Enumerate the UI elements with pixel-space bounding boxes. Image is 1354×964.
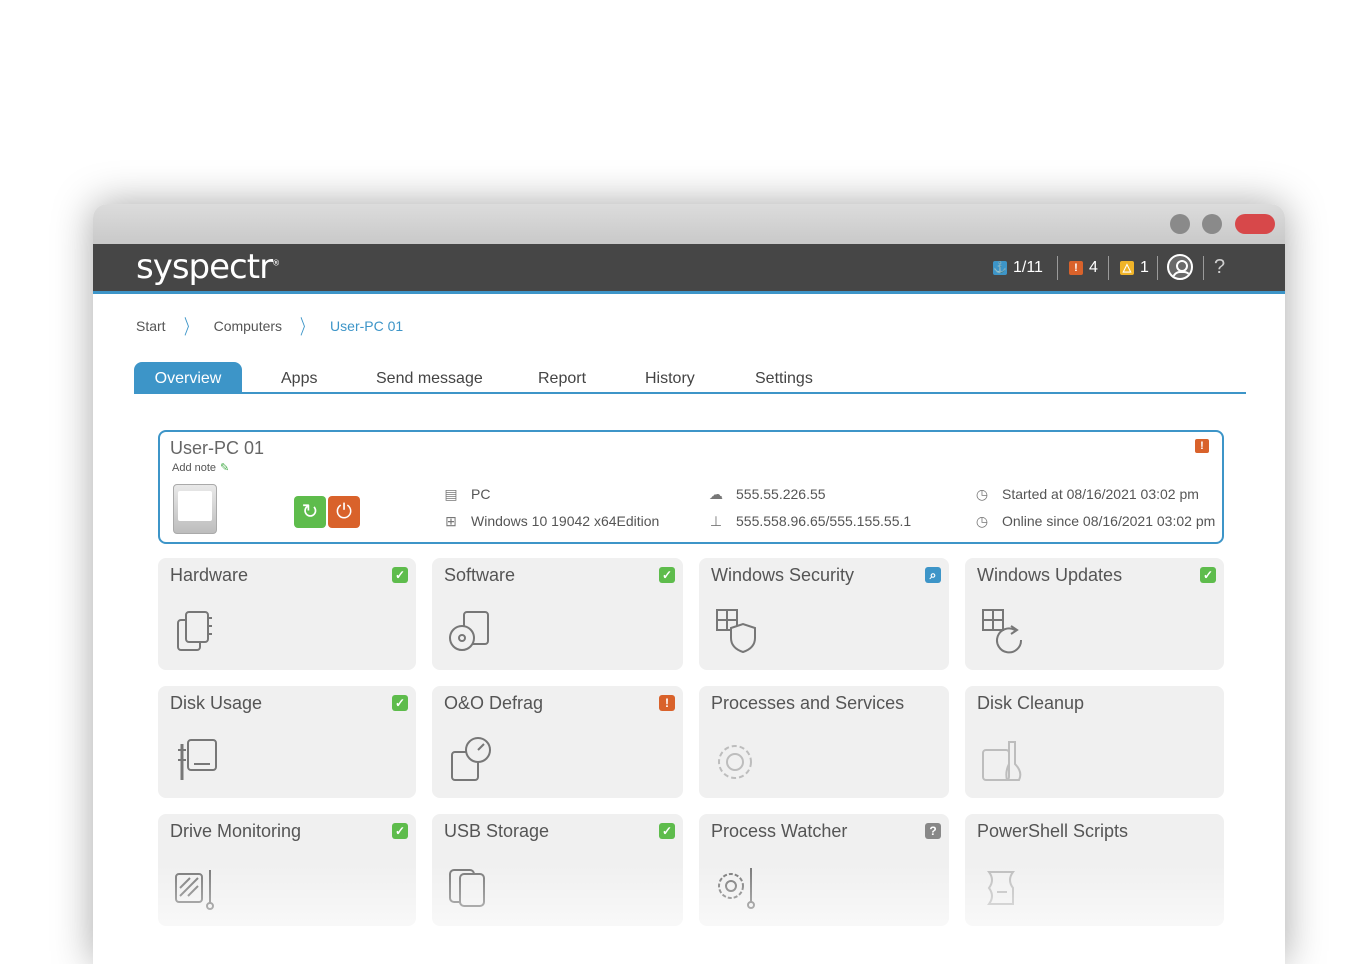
warning-count: 1	[1140, 259, 1149, 276]
help-button[interactable]: ?	[1214, 256, 1225, 279]
breadcrumb-start[interactable]: Start	[136, 318, 166, 334]
windows-shield-icon	[716, 609, 756, 654]
maximize-button[interactable]	[1202, 214, 1222, 234]
minimize-button[interactable]	[1170, 214, 1190, 234]
pencil-icon: ✎	[220, 462, 230, 474]
error-icon: !	[1069, 261, 1083, 275]
tab-settings[interactable]: Settings	[755, 362, 813, 392]
user-avatar-icon[interactable]	[1167, 254, 1193, 280]
computer-icon	[173, 484, 217, 534]
warning-icon: △	[1120, 261, 1134, 275]
started-at: ◷ Started at 08/16/2021 03:02 pm	[975, 486, 1199, 502]
computer-name: User-PC 01	[170, 438, 265, 458]
tab-bar: Overview Apps Send message Report Histor…	[134, 362, 1246, 394]
app-header: syspectr® ⚓ 1/11 ! 4 △ 1 ?	[93, 244, 1285, 294]
network-icon: ⊥	[709, 513, 723, 529]
ok-check-icon: ✓	[392, 823, 408, 839]
tile-hardware[interactable]: Hardware ✓	[158, 558, 416, 670]
disk-cleanup-icon	[982, 741, 1022, 781]
restart-button[interactable]: ↻	[294, 496, 326, 528]
divider	[1157, 256, 1158, 280]
error-count: 4	[1089, 259, 1098, 276]
divider	[1108, 256, 1109, 280]
tab-send-message[interactable]: Send message	[376, 362, 483, 392]
ok-check-icon: ✓	[1200, 567, 1216, 583]
tab-history[interactable]: History	[645, 362, 695, 392]
breadcrumb-current: User-PC 01	[330, 317, 404, 334]
divider	[1203, 256, 1204, 280]
ok-check-icon: ✓	[659, 823, 675, 839]
software-disc-icon	[449, 611, 489, 651]
device-type: ▤ PC	[444, 486, 491, 502]
device-icon: ▤	[444, 486, 458, 502]
warning-status-icon: !	[659, 695, 675, 711]
clock-signal-icon: ◷	[975, 513, 989, 529]
bottom-fade	[93, 864, 1285, 964]
info-count: 1/11	[1013, 259, 1043, 276]
add-note-link[interactable]: Add note ✎	[172, 461, 229, 474]
app-window: syspectr® ⚓ 1/11 ! 4 △ 1 ? Start 〉 Compu…	[93, 204, 1285, 964]
tile-disk-cleanup[interactable]: Disk Cleanup	[965, 686, 1224, 798]
public-ip: ☁ 555.55.226.55	[709, 486, 826, 502]
info-status-icon: ⌕	[925, 567, 941, 583]
tab-apps[interactable]: Apps	[281, 362, 317, 392]
defrag-gauge-icon	[451, 737, 491, 781]
tile-software[interactable]: Software ✓	[432, 558, 683, 670]
info-icon: ⚓	[993, 261, 1007, 275]
computer-summary-card: User-PC 01 Add note ✎ ! ↻ ⏻ ▤ PC ⊞ Windows …	[158, 430, 1224, 544]
tile-disk-usage[interactable]: Disk Usage ✓	[158, 686, 416, 798]
tile-windows-security[interactable]: Windows Security ⌕	[699, 558, 949, 670]
hardware-chip-icon	[177, 611, 212, 651]
ok-check-icon: ✓	[392, 695, 408, 711]
cloud-network-icon: ☁	[709, 486, 723, 502]
disk-usage-icon	[178, 739, 217, 780]
window-titlebar	[93, 204, 1285, 244]
unknown-status-icon: ?	[925, 823, 941, 839]
breadcrumb-computers[interactable]: Computers	[214, 318, 282, 334]
ok-check-icon: ✓	[392, 567, 408, 583]
ok-check-icon: ✓	[659, 567, 675, 583]
windows-refresh-icon	[982, 609, 1023, 654]
info-status[interactable]: ⚓ 1/11	[993, 256, 1043, 280]
tile-processes-services[interactable]: Processes and Services	[699, 686, 949, 798]
chevron-right-icon: 〉	[300, 317, 313, 339]
chevron-right-icon: 〉	[183, 317, 196, 339]
windows-icon: ⊞	[445, 513, 457, 529]
divider	[1057, 256, 1058, 280]
tab-report[interactable]: Report	[538, 362, 586, 392]
tab-overview[interactable]: Overview	[134, 362, 242, 392]
error-status[interactable]: ! 4	[1069, 256, 1098, 280]
online-since: ◷ Online since 08/16/2021 03:02 pm	[975, 513, 1216, 529]
warning-status[interactable]: △ 1	[1120, 256, 1149, 280]
shutdown-button[interactable]: ⏻	[328, 496, 360, 528]
os-version: ⊞ Windows 10 19042 x64Edition	[443, 513, 659, 529]
gear-process-icon	[718, 745, 752, 779]
tile-oo-defrag[interactable]: O&O Defrag !	[432, 686, 683, 798]
clock-flag-icon: ◷	[975, 486, 989, 502]
local-ip: ⊥ 555.558.96.65/555.155.55.1	[709, 513, 912, 529]
close-window-button[interactable]	[1235, 214, 1275, 234]
alert-icon[interactable]: !	[1195, 439, 1209, 453]
breadcrumb: Start 〉 Computers 〉 User-PC 01	[136, 311, 403, 340]
tile-windows-updates[interactable]: Windows Updates ✓	[965, 558, 1224, 670]
syspectr-logo[interactable]: syspectr®	[136, 247, 280, 287]
